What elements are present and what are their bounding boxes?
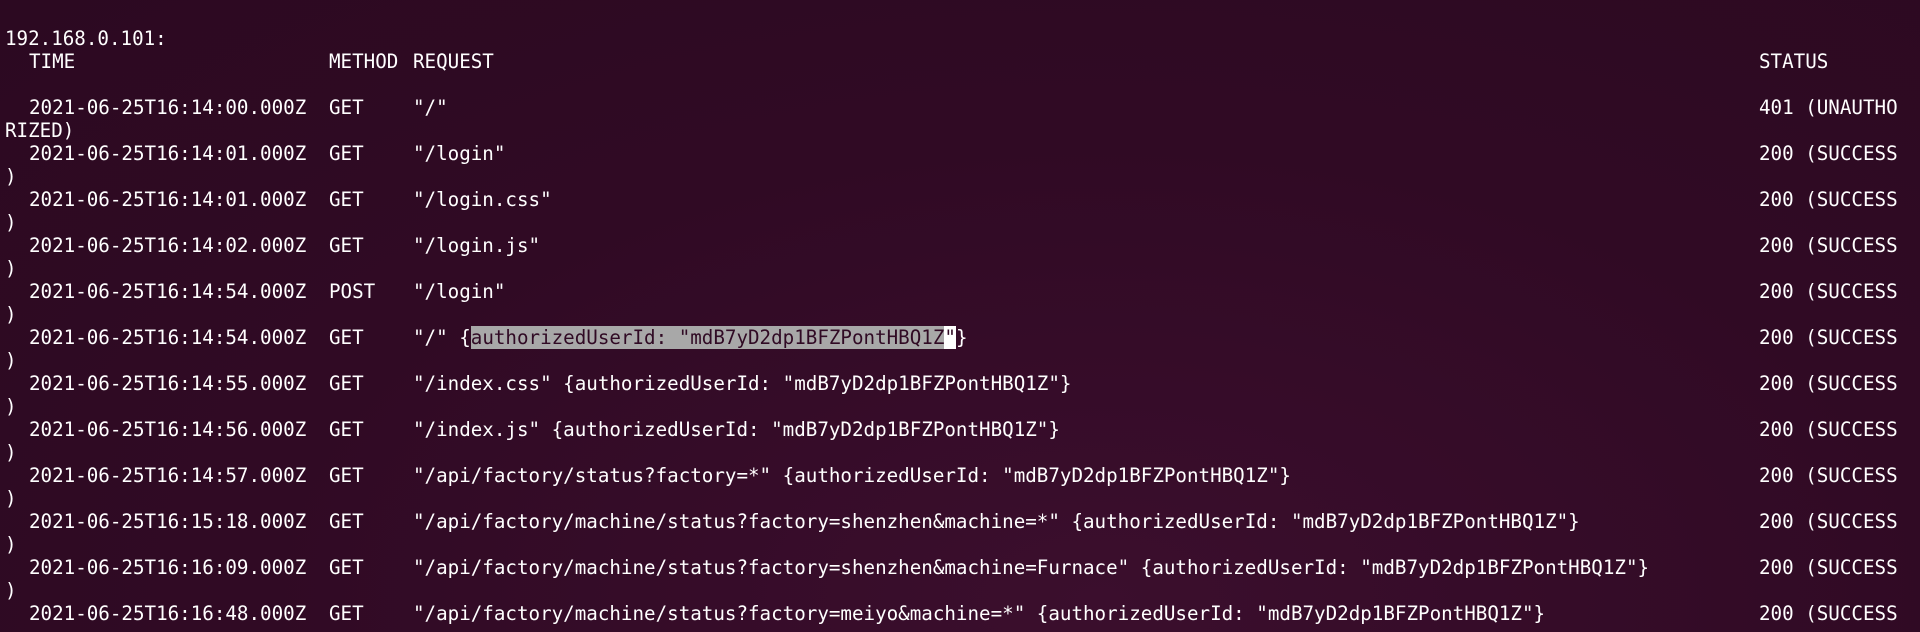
row-time: 2021-06-25T16:14:55.000Z [29,372,307,395]
text-cursor: " [944,326,956,349]
row-status: 200 (SUCCESS [1759,188,1898,211]
row-status: 200 (SUCCESS [1759,326,1898,349]
status-wrap: ) [5,487,17,510]
row-request: "/login.js" [413,234,541,257]
header-method: METHOD [329,50,399,73]
row-request: "/api/factory/machine/status?factory=mei… [413,602,1546,625]
row-request: "/api/factory/machine/status?factory=she… [413,510,1580,533]
table-row: 2021-06-25T16:14:57.000Z GET "/api/factory… [5,464,1905,487]
row-method: GET [329,96,364,119]
row-method: GET [329,326,364,349]
header-request: REQUEST [413,50,494,73]
row-time: 2021-06-25T16:15:18.000Z [29,510,307,533]
row-request: "/api/factory/machine/status?factory=she… [413,556,1650,579]
row-method: GET [329,234,364,257]
row-status: 200 (SUCCESS [1759,464,1898,487]
row-request: "/index.css" {authorizedUserId: "mdB7yD2… [413,372,1072,395]
row-request: "/index.js" {authorizedUserId: "mdB7yD2d… [413,418,1060,441]
row-time: 2021-06-25T16:14:02.000Z [29,234,307,257]
row-time: 2021-06-25T16:14:54.000Z [29,280,307,303]
row-method: GET [329,602,364,625]
row-method: GET [329,142,364,165]
row-time: 2021-06-25T16:14:01.000Z [29,188,307,211]
header-status: STATUS [1759,50,1829,73]
status-wrap: RIZED) [5,119,75,142]
status-wrap: ) [5,579,17,602]
table-row: 2021-06-25T16:14:02.000Z GET "/login.js" 20… [5,234,1905,257]
row-request: "/api/factory/status?factory=*" {authori… [413,464,1291,487]
row-method: POST [329,280,376,303]
status-wrap: ) [5,349,17,372]
status-wrap: ) [5,303,17,326]
row-time: 2021-06-25T16:14:56.000Z [29,418,307,441]
status-wrap: ) [5,257,17,280]
row-status: 200 (SUCCESS [1759,602,1898,625]
status-wrap: ) [5,533,17,556]
table-row: 2021-06-25T16:14:54.000Z GET "/" {authoriz… [5,326,1905,349]
row-status: 200 (SUCCESS [1759,142,1898,165]
table-row: 2021-06-25T16:14:01.000Z GET "/login" 200 (… [5,142,1905,165]
row-status: 200 (SUCCESS [1759,418,1898,441]
row-time: 2021-06-25T16:16:09.000Z [29,556,307,579]
row-status: 200 (SUCCESS [1759,556,1898,579]
status-wrap: ) [5,395,17,418]
selected-text: authorizedUserId: "mdB7yD2dp1BFZPontHBQ1… [470,326,945,349]
row-request: "/login" [413,142,506,165]
status-wrap: ) [5,211,17,234]
row-status: 401 (UNAUTHO [1759,96,1898,119]
row-time: 2021-06-25T16:14:00.000Z [29,96,307,119]
status-wrap: ) [5,441,17,464]
row-status: 200 (SUCCESS [1759,280,1898,303]
row-request: "/" [413,96,448,119]
row-request: "/login.css" [413,188,552,211]
table-row: 2021-06-25T16:15:18.000Z GET "/api/factory… [5,510,1905,533]
table-row: 2021-06-25T16:14:54.000Z POST "/login" 200 … [5,280,1905,303]
host-label: 192.168.0.101: [5,27,167,50]
row-method: GET [329,372,364,395]
header-time: TIME [29,50,76,73]
table-row: 2021-06-25T16:16:48.000Z GET "/api/factory… [5,602,1905,625]
table-row: 2021-06-25T16:14:00.000Z GET "/" 401 (UNAUT… [5,96,1905,119]
row-time: 2021-06-25T16:14:57.000Z [29,464,307,487]
row-status: 200 (SUCCESS [1759,510,1898,533]
row-request: "/" {authorizedUserId: "mdB7yD2dp1BFZPon… [413,326,968,349]
row-method: GET [329,188,364,211]
row-status: 200 (SUCCESS [1759,234,1898,257]
table-header: TIME METHOD REQUEST STATUS [5,50,1905,73]
row-time: 2021-06-25T16:16:48.000Z [29,602,307,625]
row-time: 2021-06-25T16:14:54.000Z [29,326,307,349]
row-method: GET [329,556,364,579]
table-row: 2021-06-25T16:16:09.000Z GET "/api/factory… [5,556,1905,579]
terminal-window[interactable]: 192.168.0.101: TIME METHOD REQUEST STATU… [0,0,1920,632]
row-status: 200 (SUCCESS [1759,372,1898,395]
row-method: GET [329,418,364,441]
table-row: 2021-06-25T16:14:01.000Z GET "/login.css" 2… [5,188,1905,211]
row-method: GET [329,464,364,487]
status-wrap: ) [5,165,17,188]
row-method: GET [329,510,364,533]
table-row: 2021-06-25T16:14:55.000Z GET "/index.css" … [5,372,1905,395]
row-request: "/login" [413,280,506,303]
row-time: 2021-06-25T16:14:01.000Z [29,142,307,165]
table-row: 2021-06-25T16:14:56.000Z GET "/index.js" {… [5,418,1905,441]
